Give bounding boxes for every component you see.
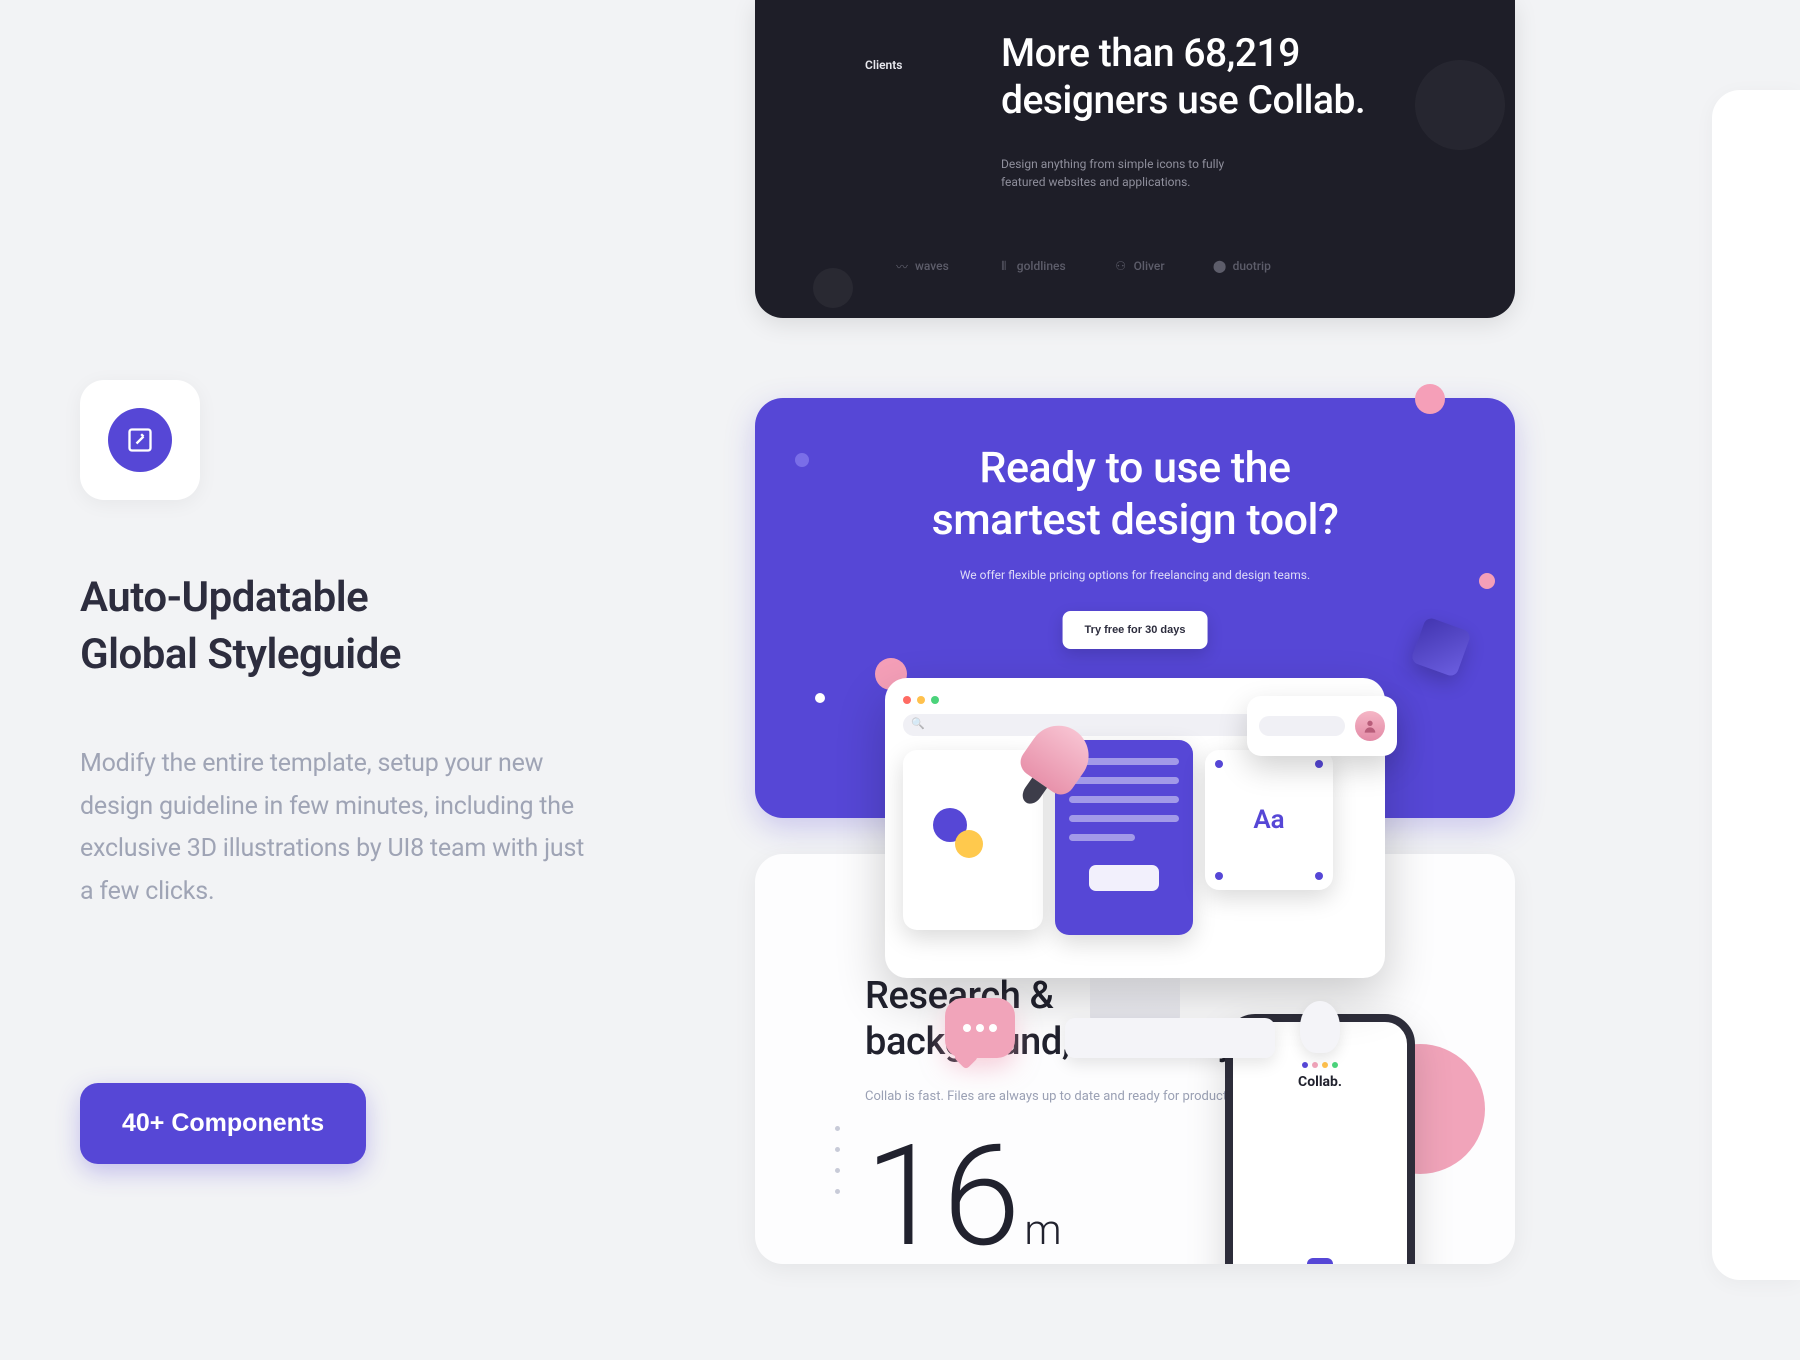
feature-icon-card <box>80 380 200 500</box>
bullet-dots <box>835 1126 840 1194</box>
preview-column: Clients More than 68,219 designers use C… <box>755 0 1515 1264</box>
decorative-circle <box>1415 60 1505 150</box>
clients-subtext: Design anything from simple icons to ful… <box>1001 155 1261 191</box>
bars-icon: ⦀ <box>997 259 1011 273</box>
try-free-button[interactable]: Try free for 30 days <box>1063 611 1208 649</box>
hero-subtext: We offer flexible pricing options for fr… <box>755 568 1515 582</box>
circles-icon: ⬤ <box>1213 259 1227 273</box>
decorative-circle <box>813 268 853 308</box>
decorative-cube <box>1410 616 1472 678</box>
monitor-illustration: Aa <box>885 678 1385 1038</box>
components-button[interactable]: 40+ Components <box>80 1083 366 1164</box>
hero-heading: Ready to use the smartest design tool? <box>755 443 1515 546</box>
typography-card: Aa <box>1205 750 1333 890</box>
phone-brand: Collab. <box>1253 1074 1387 1090</box>
client-logo-duotrip: ⬤duotrip <box>1213 259 1271 273</box>
chat-bubble-icon <box>945 998 1015 1058</box>
clients-label: Clients <box>865 58 902 72</box>
clients-heading: More than 68,219 designers use Collab. <box>1001 30 1365 124</box>
feature-copy: Auto-Updatable Global Styleguide Modify … <box>80 380 600 1164</box>
user-avatar-icon <box>1355 711 1385 741</box>
client-logo-oliver: ⚇Oliver <box>1114 259 1165 273</box>
preview-clients-card: Clients More than 68,219 designers use C… <box>755 0 1515 318</box>
decorative-dot <box>815 693 825 703</box>
chart-bar-icon <box>1307 1258 1333 1264</box>
person-icon: ⚇ <box>1114 259 1128 273</box>
decorative-dot <box>1415 384 1445 414</box>
keyboard-icon <box>1065 1018 1275 1058</box>
avatar-popup <box>1247 696 1397 756</box>
client-logo-goldlines: ⦀goldlines <box>997 259 1066 273</box>
preview-hero-card: Ready to use the smartest design tool? W… <box>755 398 1515 818</box>
side-panel <box>1712 90 1800 1280</box>
feature-title: Auto-Updatable Global Styleguide <box>80 570 600 683</box>
client-logos: 〰waves ⦀goldlines ⚇Oliver ⬤duotrip <box>895 259 1271 273</box>
edit-icon <box>108 408 172 472</box>
waves-icon: 〰 <box>895 259 909 273</box>
mouse-icon <box>1300 1001 1340 1053</box>
client-logo-waves: 〰waves <box>895 259 949 273</box>
feature-description: Modify the entire template, setup your n… <box>80 743 600 913</box>
